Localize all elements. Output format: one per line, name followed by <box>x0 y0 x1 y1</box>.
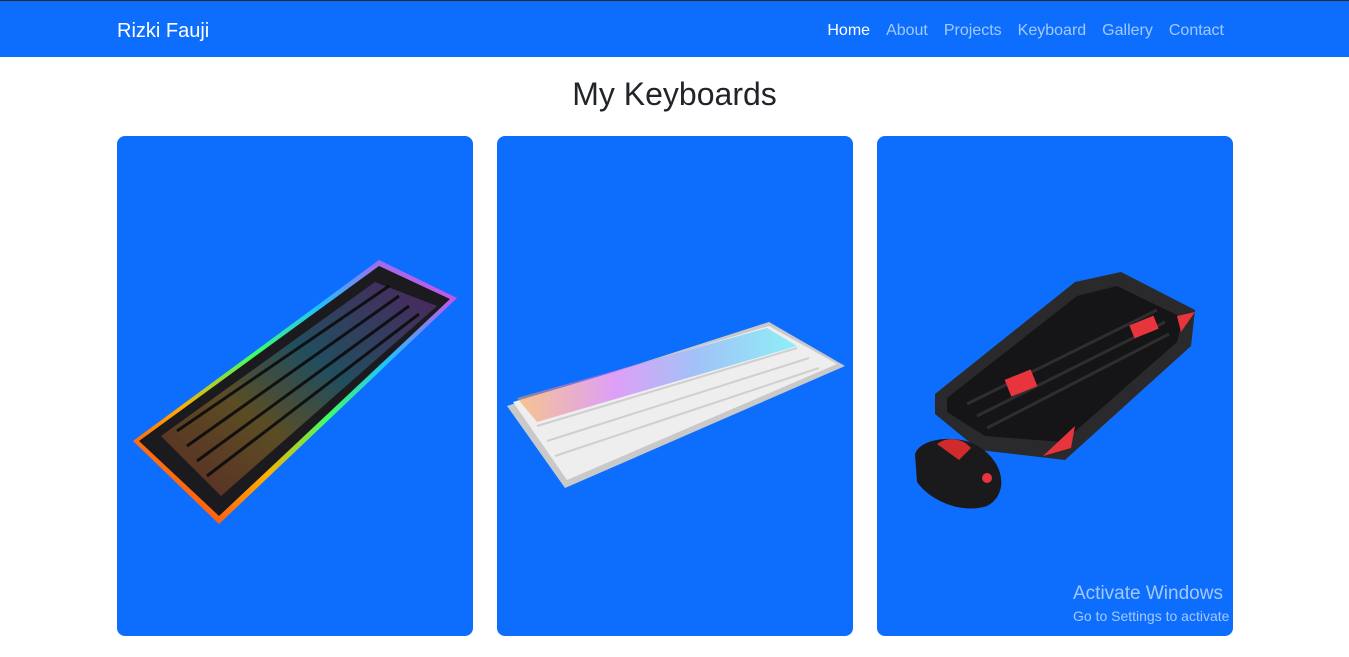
keyboard-card-2[interactable] <box>497 136 853 636</box>
watermark-title: Activate Windows <box>1073 583 1223 604</box>
gaming-keyboard-and-mouse-image <box>915 272 1195 509</box>
nav-link-gallery[interactable]: Gallery <box>1102 21 1153 41</box>
windows-activation-watermark: Activate Windows Go to Settings to activ… <box>1073 582 1294 626</box>
nav-link-keyboard[interactable]: Keyboard <box>1018 21 1087 41</box>
nav-link-about[interactable]: About <box>886 21 928 41</box>
nav-link-home[interactable]: Home <box>827 21 870 41</box>
nav-link-contact[interactable]: Contact <box>1169 21 1224 41</box>
navbar: Rizki Fauji Home About Projects Keyboard… <box>0 1 1349 57</box>
keyboard-card-1[interactable] <box>117 136 473 636</box>
rgb-slim-black-keyboard-image <box>133 260 457 524</box>
nav-links: Home About Projects Keyboard Gallery Con… <box>827 21 1224 41</box>
watermark-subtitle: Go to Settings to activate Windows. <box>1073 608 1294 624</box>
white-rgb-mechanical-keyboard-image <box>507 322 845 488</box>
navbar-brand[interactable]: Rizki Fauji <box>117 19 209 43</box>
nav-link-projects[interactable]: Projects <box>944 21 1002 41</box>
page-title: My Keyboards <box>572 76 777 112</box>
keyboard-card-3[interactable] <box>877 136 1233 636</box>
